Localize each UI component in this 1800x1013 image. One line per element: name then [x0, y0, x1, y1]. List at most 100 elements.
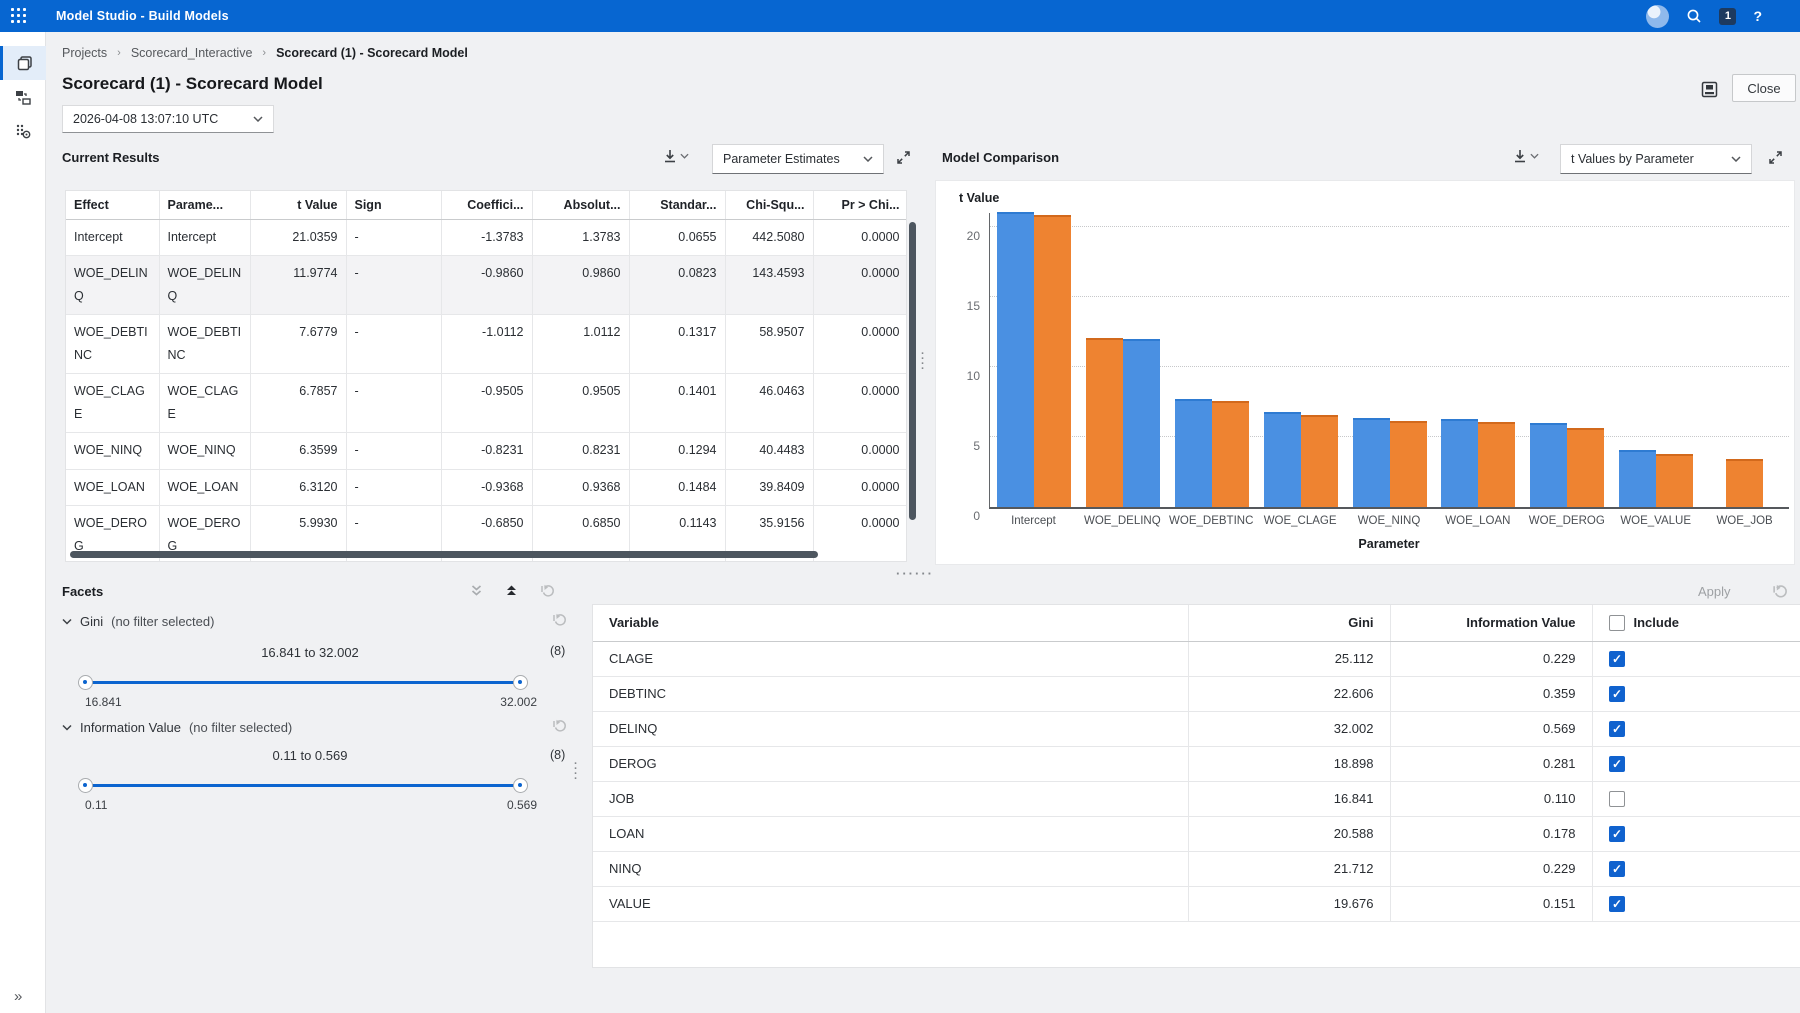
variable-column-header[interactable]: Variable [593, 605, 1188, 641]
vertical-splitter-handle[interactable]: ···· [921, 352, 926, 372]
include-all-checkbox[interactable] [1609, 615, 1625, 631]
download-icon[interactable] [662, 148, 689, 164]
column-header[interactable]: Sign [346, 191, 441, 219]
orange-bar [1726, 459, 1763, 507]
reset-iv-facet-icon[interactable] [552, 718, 567, 733]
column-header[interactable]: Standar... [629, 191, 725, 219]
snapshot-value: 2026-04-08 13:07:10 UTC [73, 112, 218, 126]
include-checkbox[interactable] [1609, 756, 1625, 772]
bar-group [1700, 213, 1789, 507]
variable-row[interactable]: NINQ21.7120.229 [593, 851, 1800, 886]
sidebar-item-compare[interactable] [0, 80, 46, 114]
variable-row[interactable]: CLAGE25.1120.229 [593, 641, 1800, 676]
table-cell: -1.0112 [441, 314, 532, 373]
facet-gini-header[interactable]: Gini (no filter selected) [62, 614, 214, 629]
user-avatar[interactable] [1646, 5, 1669, 28]
close-button[interactable]: Close [1732, 74, 1796, 102]
table-row[interactable]: WOE_DEBTINCWOE_DEBTINC7.6779--1.01121.01… [66, 314, 907, 373]
x-category-label: WOE_DEBTINC [1167, 515, 1256, 527]
column-header[interactable]: Pr > Chi... [813, 191, 907, 219]
iv-slider-track[interactable] [85, 784, 521, 787]
orange-bar [1301, 415, 1338, 507]
column-header[interactable]: Effect [66, 191, 159, 219]
results-vertical-scrollbar[interactable] [909, 222, 916, 520]
breadcrumb-project[interactable]: Scorecard_Interactive [131, 46, 253, 60]
apply-button[interactable]: Apply [1698, 584, 1731, 599]
gini-value: 25.112 [1188, 641, 1390, 676]
save-snapshot-icon[interactable] [1700, 80, 1719, 99]
sidebar-item-pipelines[interactable] [0, 46, 46, 80]
table-cell: WOE_DEBTINC [66, 314, 159, 373]
variable-row[interactable]: VALUE19.6760.151 [593, 886, 1800, 921]
include-checkbox[interactable] [1609, 896, 1625, 912]
include-checkbox[interactable] [1609, 686, 1625, 702]
iv-slider-max-handle[interactable] [513, 778, 528, 793]
application-bar: Model Studio - Build Models 1 ? [0, 0, 1800, 32]
y-tick-label: 10 [958, 369, 980, 383]
table-row[interactable]: WOE_LOANWOE_LOAN6.3120--0.93680.93680.14… [66, 469, 907, 505]
include-checkbox[interactable] [1609, 791, 1625, 807]
table-cell: 1.0112 [532, 314, 629, 373]
reset-facets-icon[interactable] [540, 583, 555, 598]
maximize-icon[interactable] [1768, 150, 1783, 165]
table-row[interactable]: WOE_NINQWOE_NINQ6.3599--0.82310.82310.12… [66, 433, 907, 469]
facet-iv-header[interactable]: Information Value (no filter selected) [62, 720, 292, 735]
iv-column-header[interactable]: Information Value [1390, 605, 1592, 641]
snapshot-dropdown[interactable]: 2026-04-08 13:07:10 UTC [62, 105, 274, 133]
breadcrumb-projects[interactable]: Projects [62, 46, 107, 60]
column-header[interactable]: Chi-Squ... [725, 191, 813, 219]
breadcrumb-current: Scorecard (1) - Scorecard Model [276, 46, 468, 60]
reset-gini-facet-icon[interactable] [552, 612, 567, 627]
reset-variables-icon[interactable] [1772, 583, 1788, 599]
column-header[interactable]: t Value [250, 191, 346, 219]
gini-slider-track[interactable] [85, 681, 521, 684]
include-checkbox[interactable] [1609, 826, 1625, 842]
x-category-label: WOE_DELINQ [1078, 515, 1167, 527]
table-row[interactable]: WOE_DELINQWOE_DELINQ11.9774--0.98600.986… [66, 255, 907, 314]
orange-bar [1212, 401, 1249, 507]
gini-value: 21.712 [1188, 851, 1390, 886]
expand-sidebar-icon[interactable]: » [14, 988, 22, 1005]
x-category-label: WOE_JOB [1700, 515, 1789, 527]
variable-row[interactable]: LOAN20.5880.178 [593, 816, 1800, 851]
gini-slider-max-handle[interactable] [513, 675, 528, 690]
expand-all-facets-icon[interactable] [470, 584, 483, 597]
variable-row[interactable]: DELINQ32.0020.569 [593, 711, 1800, 746]
variable-row[interactable]: DEBTINC22.6060.359 [593, 676, 1800, 711]
gini-slider-min-handle[interactable] [78, 675, 93, 690]
results-view-dropdown[interactable]: Parameter Estimates [712, 144, 884, 174]
variable-row[interactable]: DEROG18.8980.281 [593, 746, 1800, 781]
variable-row[interactable]: JOB16.8410.110 [593, 781, 1800, 816]
table-cell: 0.0000 [813, 219, 907, 255]
collapse-all-facets-icon[interactable] [505, 584, 518, 597]
download-icon[interactable] [1512, 148, 1539, 164]
iv-slider-min-handle[interactable] [78, 778, 93, 793]
breadcrumb-separator: › [117, 47, 121, 59]
maximize-icon[interactable] [896, 150, 911, 165]
column-header[interactable]: Parame... [159, 191, 250, 219]
help-icon[interactable]: ? [1753, 8, 1762, 24]
include-checkbox[interactable] [1609, 721, 1625, 737]
results-horizontal-scrollbar[interactable] [70, 551, 818, 558]
y-tick-label: 15 [958, 299, 980, 313]
column-header[interactable]: Coeffici... [441, 191, 532, 219]
notifications-badge[interactable]: 1 [1719, 8, 1736, 25]
gini-column-header[interactable]: Gini [1188, 605, 1390, 641]
include-checkbox[interactable] [1609, 861, 1625, 877]
sidebar-item-data-settings[interactable] [0, 114, 46, 148]
search-icon[interactable] [1686, 8, 1702, 24]
app-launcher-icon[interactable] [11, 8, 27, 24]
x-category-label: WOE_DEROG [1522, 515, 1611, 527]
blue-bar [1123, 339, 1160, 507]
include-checkbox[interactable] [1609, 651, 1625, 667]
horizontal-splitter-handle[interactable]: ······ [896, 566, 934, 581]
table-cell: - [346, 433, 441, 469]
bottom-splitter-handle[interactable]: ···· [574, 762, 579, 782]
compare-models-icon [14, 88, 32, 106]
table-row[interactable]: InterceptIntercept21.0359--1.37831.37830… [66, 219, 907, 255]
table-row[interactable]: WOE_CLAGEWOE_CLAGE6.7857--0.95050.95050.… [66, 374, 907, 433]
table-cell: WOE_DELINQ [159, 255, 250, 314]
table-cell: -0.9368 [441, 469, 532, 505]
comparison-view-dropdown[interactable]: t Values by Parameter [1560, 144, 1752, 174]
column-header[interactable]: Absolut... [532, 191, 629, 219]
